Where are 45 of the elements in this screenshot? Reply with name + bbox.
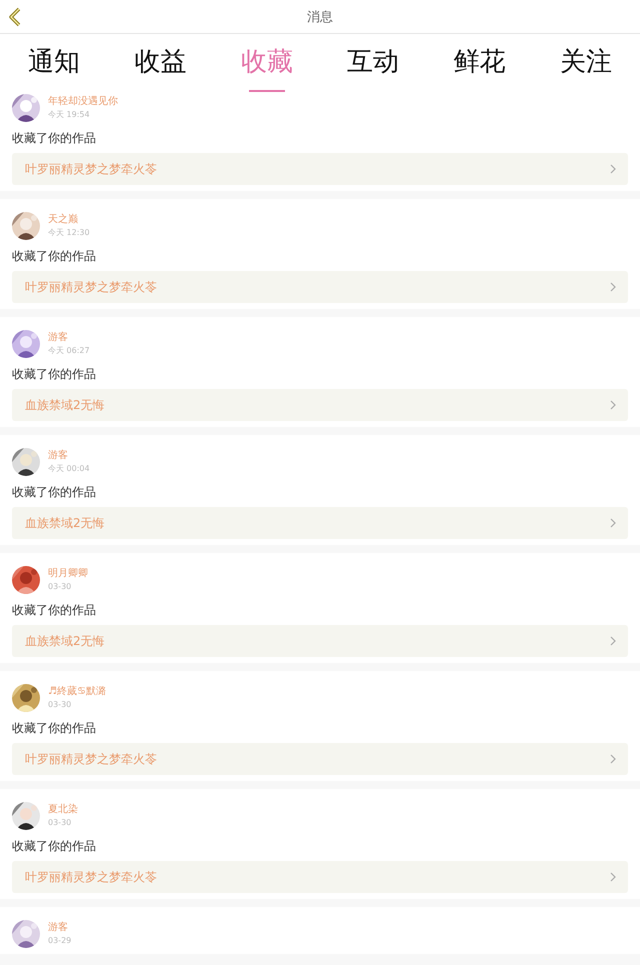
back-icon[interactable] [8, 7, 22, 27]
timestamp: 今天 00:04 [48, 463, 90, 474]
chevron-right-icon [610, 164, 616, 174]
message-text: 收藏了你的作品 [12, 838, 97, 854]
chevron-right-icon [610, 754, 616, 764]
chevron-right-icon [610, 400, 616, 410]
user-name: 夏北染 [48, 804, 78, 816]
timestamp: 03-30 [48, 817, 72, 828]
message-text: 收藏了你的作品 [12, 248, 97, 264]
timestamp: 今天 19:54 [48, 109, 91, 120]
message-text: 收藏了你的作品 [12, 366, 97, 382]
timestamp: 03-30 [48, 581, 72, 592]
timestamp: 03-30 [48, 699, 72, 710]
chevron-right-icon [610, 872, 616, 882]
chevron-right-icon [610, 518, 616, 528]
user-name: 游客 [48, 922, 69, 934]
user-name: 天之巅 [48, 214, 79, 226]
tab[interactable]: 收藏 [222, 34, 311, 92]
message-text: 收藏了你的作品 [12, 130, 97, 146]
work-link[interactable]: 血族禁域2无悔 [12, 507, 628, 539]
user-name: ♬終蒇♋默潞 [48, 686, 106, 698]
message-text: 收藏了你的作品 [12, 602, 97, 618]
user-name: 游客 [48, 450, 69, 462]
user-name: 明月卿卿 [48, 568, 88, 580]
tab[interactable]: 互动 [329, 34, 418, 92]
tab[interactable]: 收益 [116, 34, 204, 92]
message-text: 收藏了你的作品 [12, 484, 97, 500]
tab[interactable]: 关注 [542, 34, 630, 92]
work-link[interactable]: 血族禁域2无悔 [12, 625, 628, 657]
user-name: 游客 [48, 332, 69, 344]
tab[interactable]: 通知 [10, 34, 98, 92]
page-title: 消息 [307, 8, 333, 26]
work-link[interactable]: 叶罗丽精灵梦之梦牵火苓 [12, 271, 628, 303]
chevron-right-icon [610, 636, 616, 646]
message-text: 收藏了你的作品 [12, 720, 97, 736]
timestamp: 03-29 [48, 935, 72, 946]
work-link[interactable]: 血族禁域2无悔 [12, 389, 628, 421]
work-link[interactable]: 叶罗丽精灵梦之梦牵火苓 [12, 743, 628, 775]
user-name: 年轻却没遇见你 [48, 96, 118, 108]
tab[interactable]: 鲜花 [436, 34, 524, 92]
timestamp: 今天 06:27 [48, 345, 90, 356]
work-link[interactable]: 叶罗丽精灵梦之梦牵火苓 [12, 153, 628, 185]
work-link[interactable]: 叶罗丽精灵梦之梦牵火苓 [12, 861, 628, 893]
chevron-right-icon [610, 282, 616, 292]
timestamp: 今天 12:30 [48, 227, 90, 238]
